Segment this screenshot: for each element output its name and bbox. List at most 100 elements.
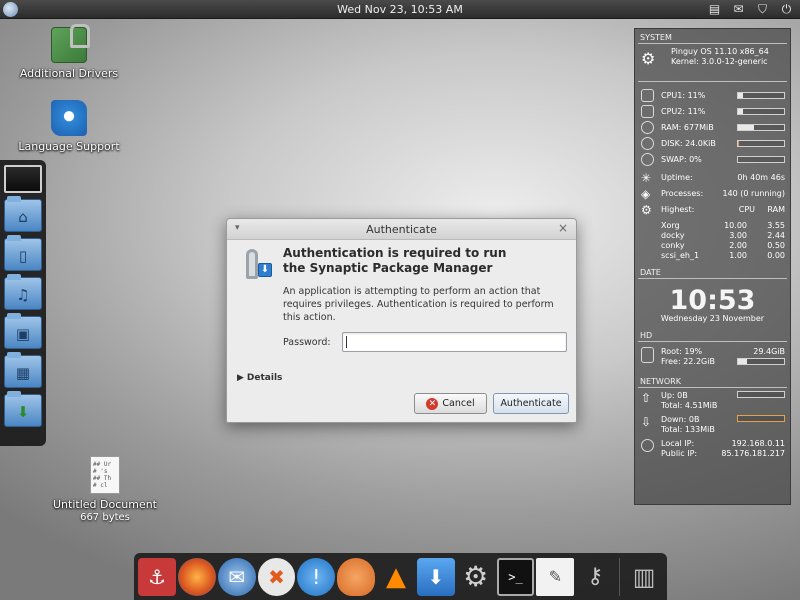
uptime-value: 0h 40m 46s xyxy=(737,173,785,182)
dialog-heading-line1: Authentication is required to run xyxy=(283,246,507,260)
divider xyxy=(638,387,787,388)
section-title-network: NETWORK xyxy=(640,377,681,386)
music-folder-icon[interactable]: ♫ xyxy=(4,274,42,310)
upload-total: Total: 4.51MiB xyxy=(661,401,718,410)
upload-arrow-icon: ⇧ xyxy=(641,391,652,405)
authenticate-button-label: Authenticate xyxy=(500,398,562,409)
power-icon[interactable]: ⏻ xyxy=(779,2,794,17)
upload-speed: Up: 0B xyxy=(661,391,688,400)
notification-icon[interactable]: ✉ xyxy=(731,2,746,17)
cpu1-label: CPU1: 11% xyxy=(661,91,706,100)
settings-gear-icon[interactable]: ⚙ xyxy=(457,558,495,596)
hd-bar xyxy=(737,358,785,365)
process-table: Xorg 10.00 3.55 docky 3.00 2.44 conky 2.… xyxy=(661,221,785,261)
os-name: Pinguy OS 11.10 x86_64 xyxy=(671,47,769,56)
system-monitor-panel: SYSTEM ⚙ Pinguy OS 11.10 x86_64 Kernel: … xyxy=(634,28,791,505)
xchat-icon[interactable]: ✖ xyxy=(257,557,296,596)
cpu-icon xyxy=(641,89,654,102)
authenticate-button[interactable]: Authenticate xyxy=(493,393,569,414)
dialog-titlebar[interactable]: ▾ Authenticate × xyxy=(227,219,576,240)
cancel-icon: ✕ xyxy=(426,397,439,410)
process-cpu: 1.00 xyxy=(729,251,747,260)
highest-row: ⚙ Highest: CPU RAM xyxy=(639,203,785,217)
uptime-row: ✳ Uptime: 0h 40m 46s xyxy=(639,171,785,185)
process-cpu: 3.00 xyxy=(729,231,747,240)
vlc-icon[interactable]: ▲ xyxy=(377,558,415,596)
pictures-folder-icon[interactable]: ▣ xyxy=(4,313,42,349)
network-monitor-icon[interactable]: ▤ xyxy=(707,2,722,17)
system-tray: ▤ ✉ ⛉ ⏻ xyxy=(707,2,794,17)
cancel-button[interactable]: ✕ Cancel xyxy=(414,393,487,414)
ram-label: RAM: 677MiB xyxy=(661,123,714,132)
details-label: Details xyxy=(246,373,283,383)
close-icon[interactable]: × xyxy=(558,221,568,235)
trash-icon[interactable]: ▥ xyxy=(625,558,663,596)
cpu2-bar xyxy=(737,108,785,115)
process-row: scsi_eh_1 1.00 0.00 xyxy=(661,251,785,261)
upload-graph xyxy=(737,391,785,398)
ram-row: RAM: 677MiB xyxy=(639,121,785,135)
cancel-button-label: Cancel xyxy=(442,398,475,409)
dialog-message: An application is attempting to perform … xyxy=(283,286,554,323)
highest-label: Highest: xyxy=(661,205,695,214)
thunderbird-icon[interactable]: ✉ xyxy=(217,557,256,596)
hard-drive-icon xyxy=(641,347,654,363)
download-icon[interactable]: ⬇ xyxy=(416,557,455,596)
download-total: Total: 133MiB xyxy=(661,425,715,434)
terminal-icon[interactable]: >_ xyxy=(496,557,535,596)
panel-clock[interactable]: Wed Nov 23, 10:53 AM xyxy=(0,3,800,16)
details-expander[interactable]: ▶ Details xyxy=(237,373,282,383)
disk-bar-fill xyxy=(738,141,739,146)
section-title-date: DATE xyxy=(640,268,661,277)
videos-folder-icon[interactable]: ▦ xyxy=(4,352,42,388)
downloads-folder-icon[interactable]: ⬇ xyxy=(4,391,42,427)
home-folder-icon[interactable]: ⌂ xyxy=(4,196,42,232)
cpu1-bar-fill xyxy=(738,93,744,98)
show-desktop-icon[interactable] xyxy=(4,165,42,193)
process-cpu: 10.00 xyxy=(724,221,747,230)
dialog-heading: Authentication is required to run the Sy… xyxy=(283,246,563,276)
firefox-icon[interactable] xyxy=(177,557,216,596)
highest-col-cpu: CPU xyxy=(738,205,755,214)
divider xyxy=(638,341,787,342)
bottom-dock: ⚓ ✉ ✖ ! ▲ ⬇ ⚙ >_ ✎ ⚷ ▥ xyxy=(134,553,667,600)
process-name: Xorg xyxy=(661,221,680,230)
local-ip-value: 192.168.0.11 xyxy=(731,439,785,448)
processes-icon: ◈ xyxy=(641,187,651,201)
tux-icon: ⚙ xyxy=(641,49,656,68)
divider xyxy=(638,43,787,44)
cpu2-label: CPU2: 11% xyxy=(661,107,706,116)
top-panel: Wed Nov 23, 10:53 AM ▤ ✉ ⛉ ⏻ xyxy=(0,0,800,19)
ram-bar-fill xyxy=(738,125,754,130)
desktop-icon-label: Language Support xyxy=(18,140,120,153)
process-ram: 2.44 xyxy=(767,231,785,240)
notification-icon[interactable]: ! xyxy=(297,557,336,596)
ram-icon xyxy=(641,121,654,134)
password-input[interactable] xyxy=(342,332,567,352)
swap-row: SWAP: 0% xyxy=(639,153,785,167)
driver-chip-icon xyxy=(51,24,90,63)
desktop-icon-language-support[interactable]: Language Support xyxy=(14,100,124,154)
disk-label: DISK: 24.0KiB xyxy=(661,139,716,148)
dialog-heading-line2: the Synaptic Package Manager xyxy=(283,261,493,275)
anchor-icon[interactable]: ⚓ xyxy=(138,557,176,596)
process-name: conky xyxy=(661,241,685,250)
text-editor-icon[interactable]: ✎ xyxy=(536,557,575,596)
os-info: ⚙ Pinguy OS 11.10 x86_64 Kernel: 3.0.0-1… xyxy=(639,47,785,71)
hd-root-size: 29.4GiB xyxy=(753,347,785,356)
conky-time: 10:53 xyxy=(669,285,756,316)
documents-folder-icon[interactable]: ▯ xyxy=(4,235,42,271)
desktop-icon-untitled-document[interactable]: ## Ur # 's ## Th # cl Untitled Document … xyxy=(50,456,160,523)
download-speed: Down: 0B xyxy=(661,415,700,424)
pidgin-icon[interactable] xyxy=(337,557,376,596)
divider xyxy=(638,278,787,279)
password-label: Password: xyxy=(283,337,331,348)
desktop-icon-additional-drivers[interactable]: Additional Drivers xyxy=(14,24,124,81)
section-title-hd: HD xyxy=(640,331,653,340)
swap-bar xyxy=(737,156,785,163)
keys-icon[interactable]: ⚷ xyxy=(576,558,614,596)
cpu2-row: CPU2: 11% xyxy=(639,105,785,119)
disk-row: DISK: 24.0KiB xyxy=(639,137,785,151)
public-ip-label: Public IP: xyxy=(661,449,698,458)
shield-icon[interactable]: ⛉ xyxy=(755,2,770,17)
